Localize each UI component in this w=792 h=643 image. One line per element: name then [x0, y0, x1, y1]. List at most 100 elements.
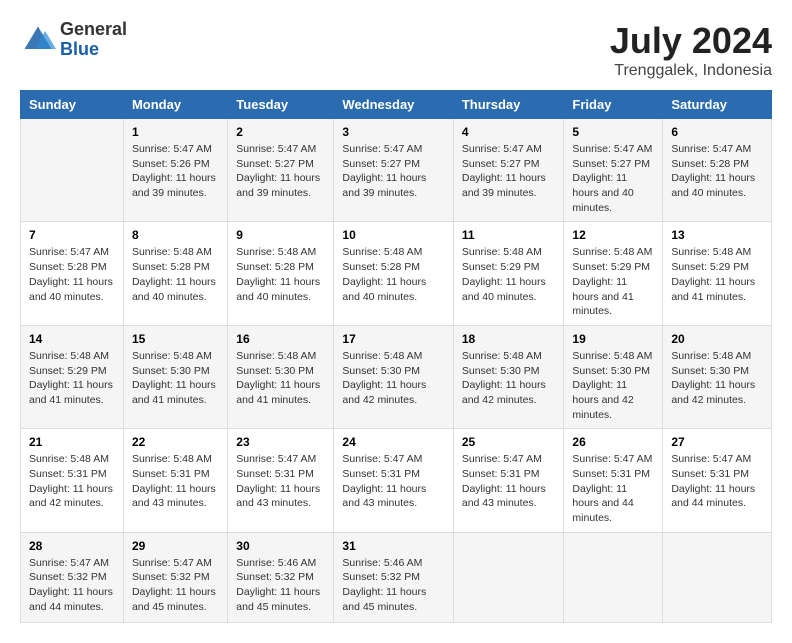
day-info: Sunrise: 5:48 AMSunset: 5:30 PMDaylight:… — [572, 349, 654, 422]
day-number: 12 — [572, 228, 654, 242]
day-cell: 16Sunrise: 5:48 AMSunset: 5:30 PMDayligh… — [228, 325, 334, 428]
day-number: 15 — [132, 332, 219, 346]
day-cell: 30 Sunrise: 5:46 AMSunset: 5:32 PMDayligh… — [228, 532, 334, 622]
day-cell: 26 Sunrise: 5:47 AMSunset: 5:31 PMDayligh… — [564, 429, 663, 532]
day-info: Sunrise: 5:47 AMSunset: 5:32 PMDaylight:… — [132, 556, 219, 615]
day-info: Sunrise: 5:48 AMSunset: 5:30 PMDaylight:… — [342, 349, 444, 408]
day-cell: 6 Sunrise: 5:47 AMSunset: 5:28 PMDaylight… — [663, 119, 772, 222]
day-info: Sunrise: 5:48 AMSunset: 5:29 PMDaylight:… — [572, 245, 654, 318]
day-number: 20 — [671, 332, 763, 346]
day-info: Sunrise: 5:47 AMSunset: 5:31 PMDaylight:… — [671, 452, 763, 511]
day-info: Sunrise: 5:47 AMSunset: 5:26 PMDaylight:… — [132, 142, 219, 201]
day-number: 21 — [29, 435, 115, 449]
day-info: Sunrise: 5:47 AMSunset: 5:27 PMDaylight:… — [462, 142, 556, 201]
day-cell: 20Sunrise: 5:48 AMSunset: 5:30 PMDayligh… — [663, 325, 772, 428]
day-cell: 25 Sunrise: 5:47 AMSunset: 5:31 PMDayligh… — [453, 429, 564, 532]
header-row: SundayMondayTuesdayWednesdayThursdayFrid… — [21, 91, 772, 119]
day-cell — [453, 532, 564, 622]
day-number: 9 — [236, 228, 325, 242]
day-number: 31 — [342, 539, 444, 553]
day-header-friday: Friday — [564, 91, 663, 119]
day-number: 3 — [342, 125, 444, 139]
logo-text: General Blue — [60, 20, 127, 60]
day-cell: 22 Sunrise: 5:48 AMSunset: 5:31 PMDayligh… — [123, 429, 227, 532]
day-cell: 3 Sunrise: 5:47 AMSunset: 5:27 PMDaylight… — [334, 119, 453, 222]
day-number: 10 — [342, 228, 444, 242]
calendar-body: 1 Sunrise: 5:47 AMSunset: 5:26 PMDaylight… — [21, 119, 772, 623]
logo-general-text: General — [60, 19, 127, 39]
calendar-table: SundayMondayTuesdayWednesdayThursdayFrid… — [20, 90, 772, 623]
day-cell: 7 Sunrise: 5:47 AMSunset: 5:28 PMDaylight… — [21, 222, 124, 325]
day-number: 28 — [29, 539, 115, 553]
day-number: 27 — [671, 435, 763, 449]
day-info: Sunrise: 5:47 AMSunset: 5:27 PMDaylight:… — [342, 142, 444, 201]
day-number: 16 — [236, 332, 325, 346]
day-cell: 27 Sunrise: 5:47 AMSunset: 5:31 PMDayligh… — [663, 429, 772, 532]
day-number: 26 — [572, 435, 654, 449]
day-number: 18 — [462, 332, 556, 346]
day-header-monday: Monday — [123, 91, 227, 119]
day-header-wednesday: Wednesday — [334, 91, 453, 119]
logo-blue-text: Blue — [60, 39, 99, 59]
logo: General Blue — [20, 20, 127, 60]
day-cell: 4 Sunrise: 5:47 AMSunset: 5:27 PMDaylight… — [453, 119, 564, 222]
day-number: 6 — [671, 125, 763, 139]
page-subtitle: Trenggalek, Indonesia — [610, 62, 772, 80]
day-number: 17 — [342, 332, 444, 346]
day-info: Sunrise: 5:48 AMSunset: 5:28 PMDaylight:… — [132, 245, 219, 304]
day-info: Sunrise: 5:47 AMSunset: 5:27 PMDaylight:… — [236, 142, 325, 201]
day-cell: 12 Sunrise: 5:48 AMSunset: 5:29 PMDayligh… — [564, 222, 663, 325]
day-info: Sunrise: 5:48 AMSunset: 5:31 PMDaylight:… — [132, 452, 219, 511]
day-number: 7 — [29, 228, 115, 242]
day-info: Sunrise: 5:47 AMSunset: 5:28 PMDaylight:… — [671, 142, 763, 201]
day-cell: 1 Sunrise: 5:47 AMSunset: 5:26 PMDaylight… — [123, 119, 227, 222]
day-info: Sunrise: 5:47 AMSunset: 5:31 PMDaylight:… — [236, 452, 325, 511]
day-number: 4 — [462, 125, 556, 139]
week-row-4: 21 Sunrise: 5:48 AMSunset: 5:31 PMDayligh… — [21, 429, 772, 532]
day-cell — [21, 119, 124, 222]
day-info: Sunrise: 5:47 AMSunset: 5:27 PMDaylight:… — [572, 142, 654, 215]
day-number: 2 — [236, 125, 325, 139]
day-info: Sunrise: 5:48 AMSunset: 5:30 PMDaylight:… — [132, 349, 219, 408]
day-cell: 24 Sunrise: 5:47 AMSunset: 5:31 PMDayligh… — [334, 429, 453, 532]
day-number: 23 — [236, 435, 325, 449]
day-number: 22 — [132, 435, 219, 449]
day-cell: 17 Sunrise: 5:48 AMSunset: 5:30 PMDayligh… — [334, 325, 453, 428]
day-info: Sunrise: 5:48 AMSunset: 5:29 PMDaylight:… — [462, 245, 556, 304]
day-cell: 28 Sunrise: 5:47 AMSunset: 5:32 PMDayligh… — [21, 532, 124, 622]
day-info: Sunrise: 5:48 AMSunset: 5:31 PMDaylight:… — [29, 452, 115, 511]
day-cell: 14Sunrise: 5:48 AMSunset: 5:29 PMDayligh… — [21, 325, 124, 428]
day-number: 14 — [29, 332, 115, 346]
title-block: July 2024 Trenggalek, Indonesia — [610, 20, 772, 80]
day-info: Sunrise: 5:48 AMSunset: 5:29 PMDaylight:… — [671, 245, 763, 304]
day-number: 30 — [236, 539, 325, 553]
day-cell: 18Sunrise: 5:48 AMSunset: 5:30 PMDayligh… — [453, 325, 564, 428]
day-number: 19 — [572, 332, 654, 346]
day-number: 1 — [132, 125, 219, 139]
day-number: 5 — [572, 125, 654, 139]
day-info: Sunrise: 5:47 AMSunset: 5:31 PMDaylight:… — [572, 452, 654, 525]
day-header-saturday: Saturday — [663, 91, 772, 119]
day-number: 25 — [462, 435, 556, 449]
day-info: Sunrise: 5:46 AMSunset: 5:32 PMDaylight:… — [342, 556, 444, 615]
day-number: 8 — [132, 228, 219, 242]
day-cell: 31 Sunrise: 5:46 AMSunset: 5:32 PMDayligh… — [334, 532, 453, 622]
day-cell: 9 Sunrise: 5:48 AMSunset: 5:28 PMDaylight… — [228, 222, 334, 325]
day-number: 24 — [342, 435, 444, 449]
calendar-header: SundayMondayTuesdayWednesdayThursdayFrid… — [21, 91, 772, 119]
day-info: Sunrise: 5:47 AMSunset: 5:32 PMDaylight:… — [29, 556, 115, 615]
day-cell: 29Sunrise: 5:47 AMSunset: 5:32 PMDayligh… — [123, 532, 227, 622]
day-cell: 8 Sunrise: 5:48 AMSunset: 5:28 PMDaylight… — [123, 222, 227, 325]
day-info: Sunrise: 5:48 AMSunset: 5:28 PMDaylight:… — [236, 245, 325, 304]
day-info: Sunrise: 5:47 AMSunset: 5:28 PMDaylight:… — [29, 245, 115, 304]
page-header: General Blue July 2024 Trenggalek, Indon… — [20, 20, 772, 80]
day-info: Sunrise: 5:47 AMSunset: 5:31 PMDaylight:… — [462, 452, 556, 511]
day-cell: 11Sunrise: 5:48 AMSunset: 5:29 PMDayligh… — [453, 222, 564, 325]
day-info: Sunrise: 5:47 AMSunset: 5:31 PMDaylight:… — [342, 452, 444, 511]
page-title: July 2024 — [610, 20, 772, 62]
logo-icon — [20, 22, 56, 58]
week-row-1: 1 Sunrise: 5:47 AMSunset: 5:26 PMDaylight… — [21, 119, 772, 222]
day-cell: 21 Sunrise: 5:48 AMSunset: 5:31 PMDayligh… — [21, 429, 124, 532]
day-header-thursday: Thursday — [453, 91, 564, 119]
day-info: Sunrise: 5:46 AMSunset: 5:32 PMDaylight:… — [236, 556, 325, 615]
